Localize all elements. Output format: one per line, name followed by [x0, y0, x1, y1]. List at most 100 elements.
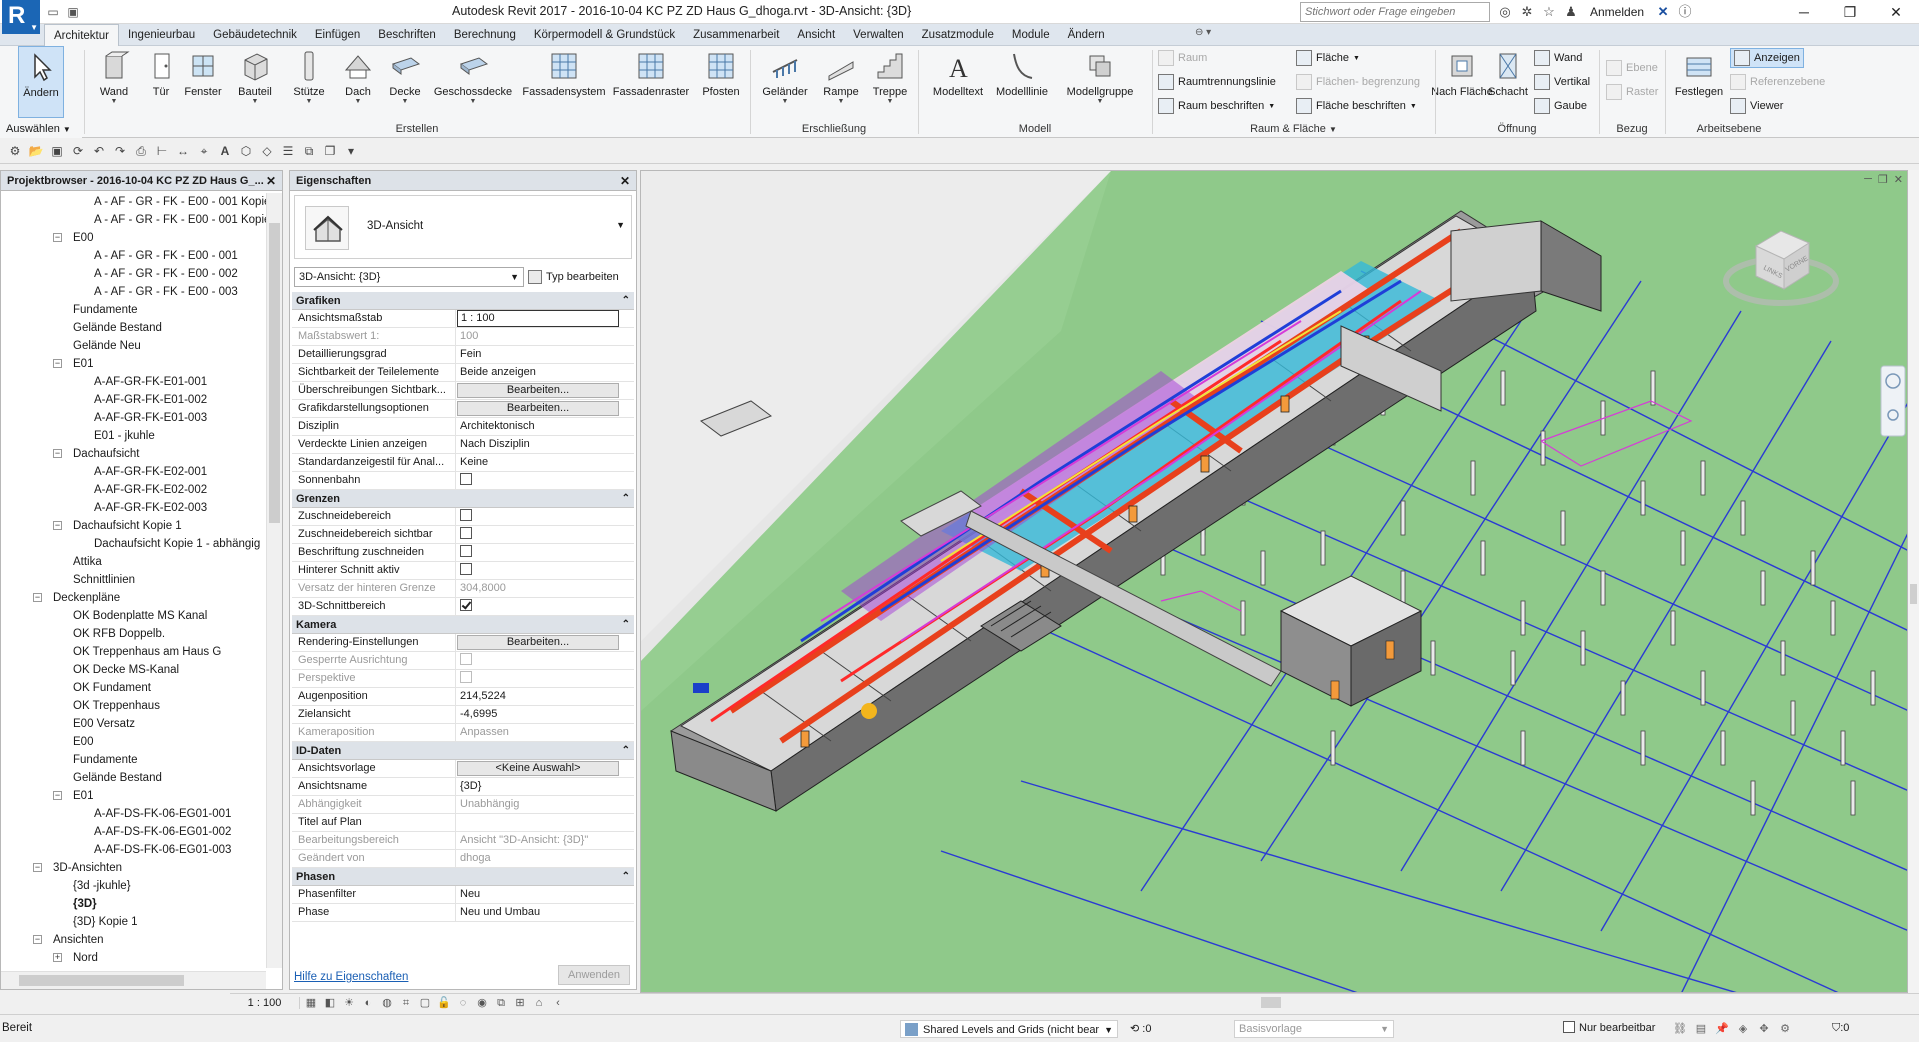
thin-lines-icon[interactable]: ☰	[279, 142, 297, 160]
viewer-button[interactable]: Viewer	[1730, 96, 1783, 116]
property-value-cell[interactable]: Fein	[456, 346, 634, 363]
raum-button[interactable]: Raum	[1158, 48, 1207, 68]
browser-item[interactable]: − 3D-Ansichten	[1, 859, 266, 877]
tab-berechnung[interactable]: Berechnung	[445, 24, 525, 46]
flache-button[interactable]: Fläche ▼	[1296, 48, 1360, 68]
dimension-icon[interactable]: ↔	[174, 142, 192, 160]
pfosten-button[interactable]: Pfosten	[698, 46, 744, 122]
browser-item[interactable]: + Nord	[1, 949, 266, 967]
editable-only-checkbox[interactable]	[1563, 1021, 1575, 1033]
property-value-cell[interactable]: Keine	[456, 454, 634, 471]
app-small-icon[interactable]: ⚙	[6, 142, 24, 160]
browser-item[interactable]: OK Decke MS-Kanal	[1, 661, 266, 679]
property-checkbox[interactable]	[460, 473, 472, 486]
treppe-button[interactable]: Treppe ▼	[868, 46, 912, 122]
browser-item[interactable]: − Deckenpläne	[1, 589, 266, 607]
browser-item[interactable]: Attika	[1, 553, 266, 571]
flachen-begrenzung-button[interactable]: Flächen- begrenzung	[1296, 72, 1420, 92]
browser-item[interactable]: A-AF-DS-FK-06-EG01-002	[1, 823, 266, 841]
fenster-button[interactable]: Fenster	[178, 46, 228, 122]
browser-item[interactable]: OK RFB Doppelb.	[1, 625, 266, 643]
sun-path-icon[interactable]: ☀	[341, 995, 357, 1011]
browser-item[interactable]: Fundamente	[1, 301, 266, 319]
workset-select[interactable]: Shared Levels and Grids (nicht bear ▼	[900, 1020, 1118, 1038]
property-value-cell[interactable]: {3D}	[456, 778, 634, 795]
collapse-icon[interactable]: −	[33, 863, 42, 872]
browser-item[interactable]: A-AF-GR-FK-E02-001	[1, 463, 266, 481]
project-browser-scrollbar[interactable]	[266, 193, 282, 968]
section-grafiken[interactable]: Grafiken ⌃	[292, 292, 634, 310]
fassadensystem-button[interactable]: Fassadensystem	[522, 46, 606, 122]
browser-item[interactable]: − Dachaufsicht Kopie 1	[1, 517, 266, 535]
browser-item[interactable]: {3D} Kopie 1	[1, 913, 266, 931]
flache-beschriften-button[interactable]: Fläche beschriften ▼	[1296, 96, 1417, 116]
close-icon[interactable]: ✕	[266, 171, 276, 191]
tab-andern[interactable]: Ändern	[1059, 24, 1114, 46]
browser-item[interactable]: A - AF - GR - FK - E00 - 001	[1, 247, 266, 265]
select-pinned-icon[interactable]: 📌	[1714, 1021, 1730, 1037]
temp-hide-icon[interactable]: ◌	[455, 995, 471, 1011]
collapse-icon[interactable]: −	[53, 449, 62, 458]
section-id-daten[interactable]: ID-Daten ⌃	[292, 742, 634, 760]
property-value-cell[interactable]: -4,6995	[456, 706, 634, 723]
save-icon[interactable]: ▣	[48, 142, 66, 160]
chevron-down-icon[interactable]: ▼	[616, 220, 625, 230]
crop-region-icon[interactable]: ▢	[417, 995, 433, 1011]
binoculars-icon[interactable]: ◎	[1496, 3, 1514, 21]
close-hidden-icon[interactable]: ⧉	[300, 142, 318, 160]
browser-item[interactable]: A-AF-GR-FK-E01-002	[1, 391, 266, 409]
property-checkbox[interactable]	[460, 545, 472, 558]
raster-button[interactable]: Raster	[1606, 82, 1658, 102]
raum-beschriften-button[interactable]: Raum beschriften ▼	[1158, 96, 1275, 116]
property-value-cell[interactable]	[456, 472, 634, 489]
view-scale[interactable]: 1 : 100	[230, 996, 300, 1009]
browser-item[interactable]: Gelände Bestand	[1, 319, 266, 337]
property-value-cell[interactable]	[456, 598, 634, 615]
close-icon[interactable]: ✕	[620, 171, 630, 191]
browser-item[interactable]: A-AF-DS-FK-06-EG01-001	[1, 805, 266, 823]
browser-item[interactable]: E00 Versatz	[1, 715, 266, 733]
edit-button[interactable]: <Keine Auswahl>	[457, 761, 619, 776]
edit-button[interactable]: Bearbeiten...	[457, 635, 619, 650]
tab-verwalten[interactable]: Verwalten	[844, 24, 913, 46]
property-value-cell[interactable]: Bearbeiten...	[456, 400, 634, 417]
property-checkbox[interactable]	[460, 527, 472, 540]
tab-korpermodell-grundstuck[interactable]: Körpermodell & Grundstück	[525, 24, 684, 46]
tab-zusatzmodule[interactable]: Zusatzmodule	[913, 24, 1003, 46]
browser-item[interactable]: − E01	[1, 787, 266, 805]
type-selector[interactable]: 3D-Ansicht ▼	[294, 195, 632, 259]
browser-item[interactable]: A - AF - GR - FK - E00 - 003	[1, 283, 266, 301]
edit-button[interactable]: Bearbeiten...	[457, 383, 619, 398]
exchange-icon[interactable]: ✕	[1654, 3, 1672, 21]
edit-button[interactable]: Bearbeiten...	[457, 401, 619, 416]
collapse-icon[interactable]: −	[53, 233, 62, 242]
constraints-icon[interactable]: ⌂	[531, 995, 547, 1011]
browser-item[interactable]: A - AF - GR - FK - E00 - 001 Kopie 1	[1, 193, 266, 211]
minimize-icon[interactable]: ─	[1781, 0, 1827, 24]
worksharing-icon[interactable]: ⧉	[493, 995, 509, 1011]
collapse-icon[interactable]: ⌃	[622, 868, 630, 886]
modelllinie-button[interactable]: Modelllinie	[990, 46, 1054, 122]
collapse-icon[interactable]: −	[53, 359, 62, 368]
panel-toggle-icon[interactable]: ⊖ ▾	[1195, 27, 1211, 38]
collapse-icon[interactable]: −	[33, 935, 42, 944]
subscription-icon[interactable]: ✲	[1518, 3, 1536, 21]
nach-flache-button[interactable]: Nach Fläche	[1431, 46, 1493, 122]
tab-einfugen[interactable]: Einfügen	[306, 24, 369, 46]
browser-item[interactable]: A-AF-GR-FK-E02-003	[1, 499, 266, 517]
model-3d-view[interactable]: LINKS VORNE	[641, 171, 1908, 993]
browser-item[interactable]: − E01	[1, 355, 266, 373]
scroll-left-icon[interactable]: ‹	[550, 995, 566, 1011]
detail-level-icon[interactable]: ▦	[303, 995, 319, 1011]
close-icon[interactable]: ✕	[1873, 0, 1919, 24]
filter-count[interactable]: ⛉:0	[1832, 1022, 1849, 1035]
select-face-icon[interactable]: ◈	[1735, 1021, 1751, 1037]
property-value-cell[interactable]: 214,5224	[456, 688, 634, 705]
lock-icon[interactable]: 🔓	[436, 995, 452, 1011]
browser-item[interactable]: {3d -jkuhle}	[1, 877, 266, 895]
browser-item[interactable]: A-AF-GR-FK-E02-002	[1, 481, 266, 499]
gelander-button[interactable]: Geländer ▼	[760, 46, 810, 122]
ebene-button[interactable]: Ebene	[1606, 58, 1658, 78]
tab-beschriften[interactable]: Beschriften	[369, 24, 445, 46]
tab-architektur[interactable]: Architektur	[44, 24, 119, 46]
